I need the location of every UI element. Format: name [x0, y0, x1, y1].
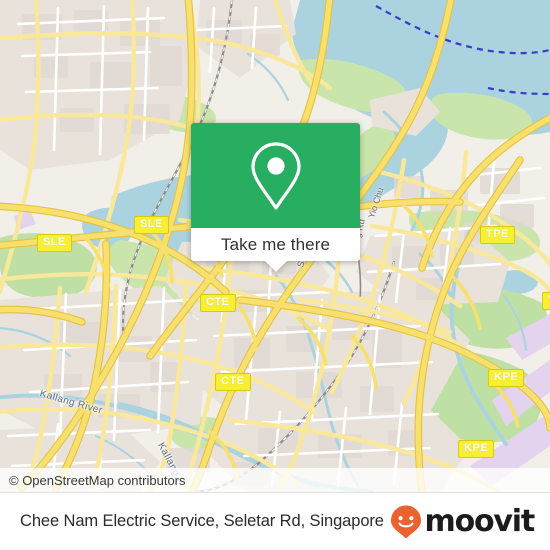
- road-shield-kpe-2: KPE: [458, 440, 495, 458]
- footer-bar: Chee Nam Electric Service, Seletar Rd, S…: [0, 492, 550, 550]
- road-shield-sle-2: SLE: [37, 234, 72, 252]
- moovit-logo[interactable]: moovit: [389, 503, 536, 540]
- road-shield-cte-2: CTE: [215, 373, 251, 391]
- place-title: Chee Nam Electric Service, Seletar Rd, S…: [20, 512, 384, 530]
- road-shield-partial-right: T: [542, 292, 550, 310]
- moovit-wordmark: moovit: [424, 503, 536, 539]
- map-attribution-bar[interactable]: © OpenStreetMap contributors: [0, 468, 550, 492]
- take-me-there-label: Take me there: [220, 234, 331, 254]
- callout-action-area[interactable]: Take me there: [191, 228, 360, 272]
- moovit-pin-icon: [390, 505, 421, 538]
- callout-pointer: [264, 261, 287, 272]
- map-screen: .w { fill:#aad3df; } .pk { fill:#c9e5ab;…: [0, 0, 550, 550]
- location-callout-card[interactable]: Take me there: [191, 123, 360, 272]
- road-shield-cte-1: CTE: [200, 294, 236, 312]
- map-pin-icon: [250, 141, 301, 210]
- callout-icon-area: [191, 123, 360, 228]
- openstreetmap-attribution-text: © OpenStreetMap contributors: [9, 472, 186, 488]
- road-shield-sle-1: SLE: [134, 216, 169, 234]
- road-shield-kpe-1: KPE: [488, 369, 525, 387]
- road-shield-tpe: TPE: [480, 226, 515, 244]
- map-canvas[interactable]: .w { fill:#aad3df; } .pk { fill:#c9e5ab;…: [0, 0, 550, 492]
